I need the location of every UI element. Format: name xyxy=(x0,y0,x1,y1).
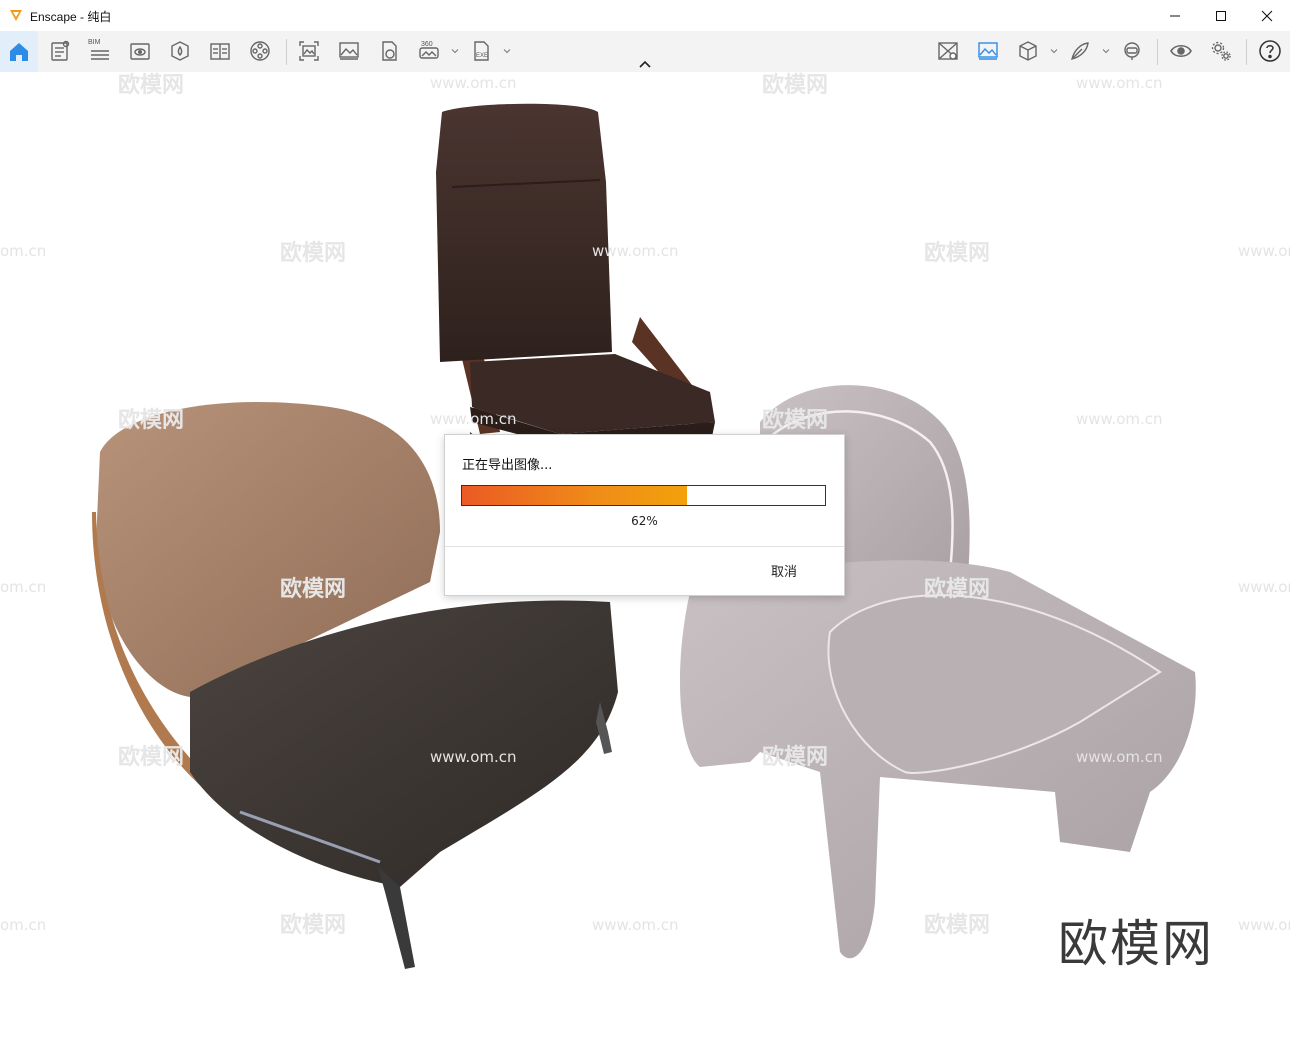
feather-icon xyxy=(1071,42,1089,60)
exe-label: EXE xyxy=(476,53,489,59)
watermark-url: www.om.cn xyxy=(1238,578,1290,596)
home-icon xyxy=(10,42,28,61)
home-button[interactable] xyxy=(0,31,38,72)
cancel-button[interactable]: 取消 xyxy=(771,561,797,580)
feather-button[interactable] xyxy=(1066,37,1094,65)
chevron-down-icon[interactable] xyxy=(1102,47,1110,55)
dialog-title: 正在导出图像... xyxy=(462,458,553,473)
sync-views-button[interactable] xyxy=(934,37,962,65)
sync-views-icon xyxy=(938,42,958,60)
panorama-label: 360 xyxy=(421,41,433,48)
document-name: 纯白 xyxy=(87,10,112,24)
chevron-down-icon[interactable] xyxy=(1050,47,1058,55)
watermark-url-partial: om.cn xyxy=(0,242,46,260)
watermark-cn: 欧模网 xyxy=(762,72,828,98)
close-icon xyxy=(1261,10,1273,21)
enscape-logo-icon xyxy=(10,10,22,21)
video-editor-button[interactable] xyxy=(246,37,274,65)
export-web-button[interactable] xyxy=(375,37,403,65)
visibility-eye-icon xyxy=(1170,44,1192,58)
brand-watermark: 欧模网 xyxy=(1058,915,1214,973)
exe-export-button[interactable] xyxy=(467,37,495,65)
help-button[interactable] xyxy=(1256,37,1284,65)
maximize-icon xyxy=(1216,10,1226,21)
minimize-button[interactable] xyxy=(1152,0,1198,31)
watermark-cn: 欧模网 xyxy=(280,576,346,602)
asset-library-button[interactable] xyxy=(166,37,194,65)
watermark-url: www.om.cn xyxy=(1076,74,1163,92)
video-editor-icon xyxy=(250,41,270,61)
chevron-down-icon[interactable] xyxy=(451,47,459,55)
watermark-url: www.om.cn xyxy=(592,916,679,934)
collapse-toolbar-chevron-icon[interactable] xyxy=(637,58,653,70)
watermark-cn: 欧模网 xyxy=(280,240,346,266)
progress-bar xyxy=(461,485,826,506)
dialog-divider xyxy=(445,546,844,547)
watermark-cn: 欧模网 xyxy=(118,72,184,98)
material-editor-button[interactable] xyxy=(206,37,234,65)
export-progress-dialog: 正在导出图像... 62% 取消 xyxy=(444,434,845,596)
bim-info-button[interactable] xyxy=(86,37,114,65)
batch-render-icon xyxy=(299,41,319,61)
watermark-url: www.om.cn xyxy=(1238,242,1290,260)
close-button[interactable] xyxy=(1244,0,1290,31)
watermark-cn: 欧模网 xyxy=(118,744,184,770)
vr-headset-button[interactable] xyxy=(1118,37,1146,65)
capture-image-icon xyxy=(978,42,998,60)
watermark-cn: 欧模网 xyxy=(924,240,990,266)
watermark-url: www.om.cn xyxy=(1076,410,1163,428)
cube-view-icon xyxy=(1019,41,1037,61)
chevron-down-icon[interactable] xyxy=(503,47,511,55)
watermark-url: www.om.cn xyxy=(592,242,679,260)
progress-bar-fill xyxy=(462,486,688,505)
file-settings-button[interactable] xyxy=(46,37,74,65)
progress-percent: 62% xyxy=(631,514,658,528)
window-title: Enscape - 纯白 xyxy=(30,8,111,25)
exe-export-icon xyxy=(474,41,489,61)
title-bar: Enscape - 纯白 xyxy=(0,0,1290,31)
watermark-url-partial: om.cn xyxy=(0,916,46,934)
view-management-button[interactable] xyxy=(126,37,154,65)
help-icon xyxy=(1259,40,1281,62)
material-editor-icon xyxy=(210,43,230,60)
bim-info-icon xyxy=(91,50,109,60)
watermark-url: www.om.cn xyxy=(1238,916,1290,934)
watermark-cn: 欧模网 xyxy=(118,407,184,433)
settings-gears-icon xyxy=(1211,41,1231,61)
app-name: Enscape xyxy=(30,10,77,24)
cube-view-button[interactable] xyxy=(1014,37,1042,65)
batch-render-button[interactable] xyxy=(295,37,323,65)
watermark-url: www.om.cn xyxy=(430,410,517,428)
watermark-cn: 欧模网 xyxy=(924,576,990,602)
screenshot-button[interactable] xyxy=(335,37,363,65)
watermark-cn: 欧模网 xyxy=(762,744,828,770)
toolbar-separator xyxy=(1246,39,1247,65)
visibility-button[interactable] xyxy=(1167,37,1195,65)
watermark-cn: 欧模网 xyxy=(280,912,346,938)
watermark-url: www.om.cn xyxy=(430,74,517,92)
settings-button[interactable] xyxy=(1207,37,1235,65)
minimize-icon xyxy=(1170,15,1180,16)
file-settings-icon xyxy=(51,40,70,61)
view-management-icon xyxy=(130,43,150,60)
capture-image-button[interactable] xyxy=(974,37,1002,65)
vr-headset-icon xyxy=(1124,42,1140,60)
asset-library-icon xyxy=(171,41,189,61)
toolbar-separator xyxy=(286,39,287,65)
title-separator: - xyxy=(76,10,88,24)
watermark-cn: 欧模网 xyxy=(762,407,828,433)
watermark-url: www.om.cn xyxy=(1076,748,1163,766)
watermark-url: www.om.cn xyxy=(430,748,517,766)
screenshot-icon xyxy=(339,42,359,60)
watermark-url-partial: om.cn xyxy=(0,578,46,596)
toolbar-separator xyxy=(1157,39,1158,65)
export-web-icon xyxy=(382,41,397,61)
watermark-cn: 欧模网 xyxy=(924,912,990,938)
maximize-button[interactable] xyxy=(1198,0,1244,31)
